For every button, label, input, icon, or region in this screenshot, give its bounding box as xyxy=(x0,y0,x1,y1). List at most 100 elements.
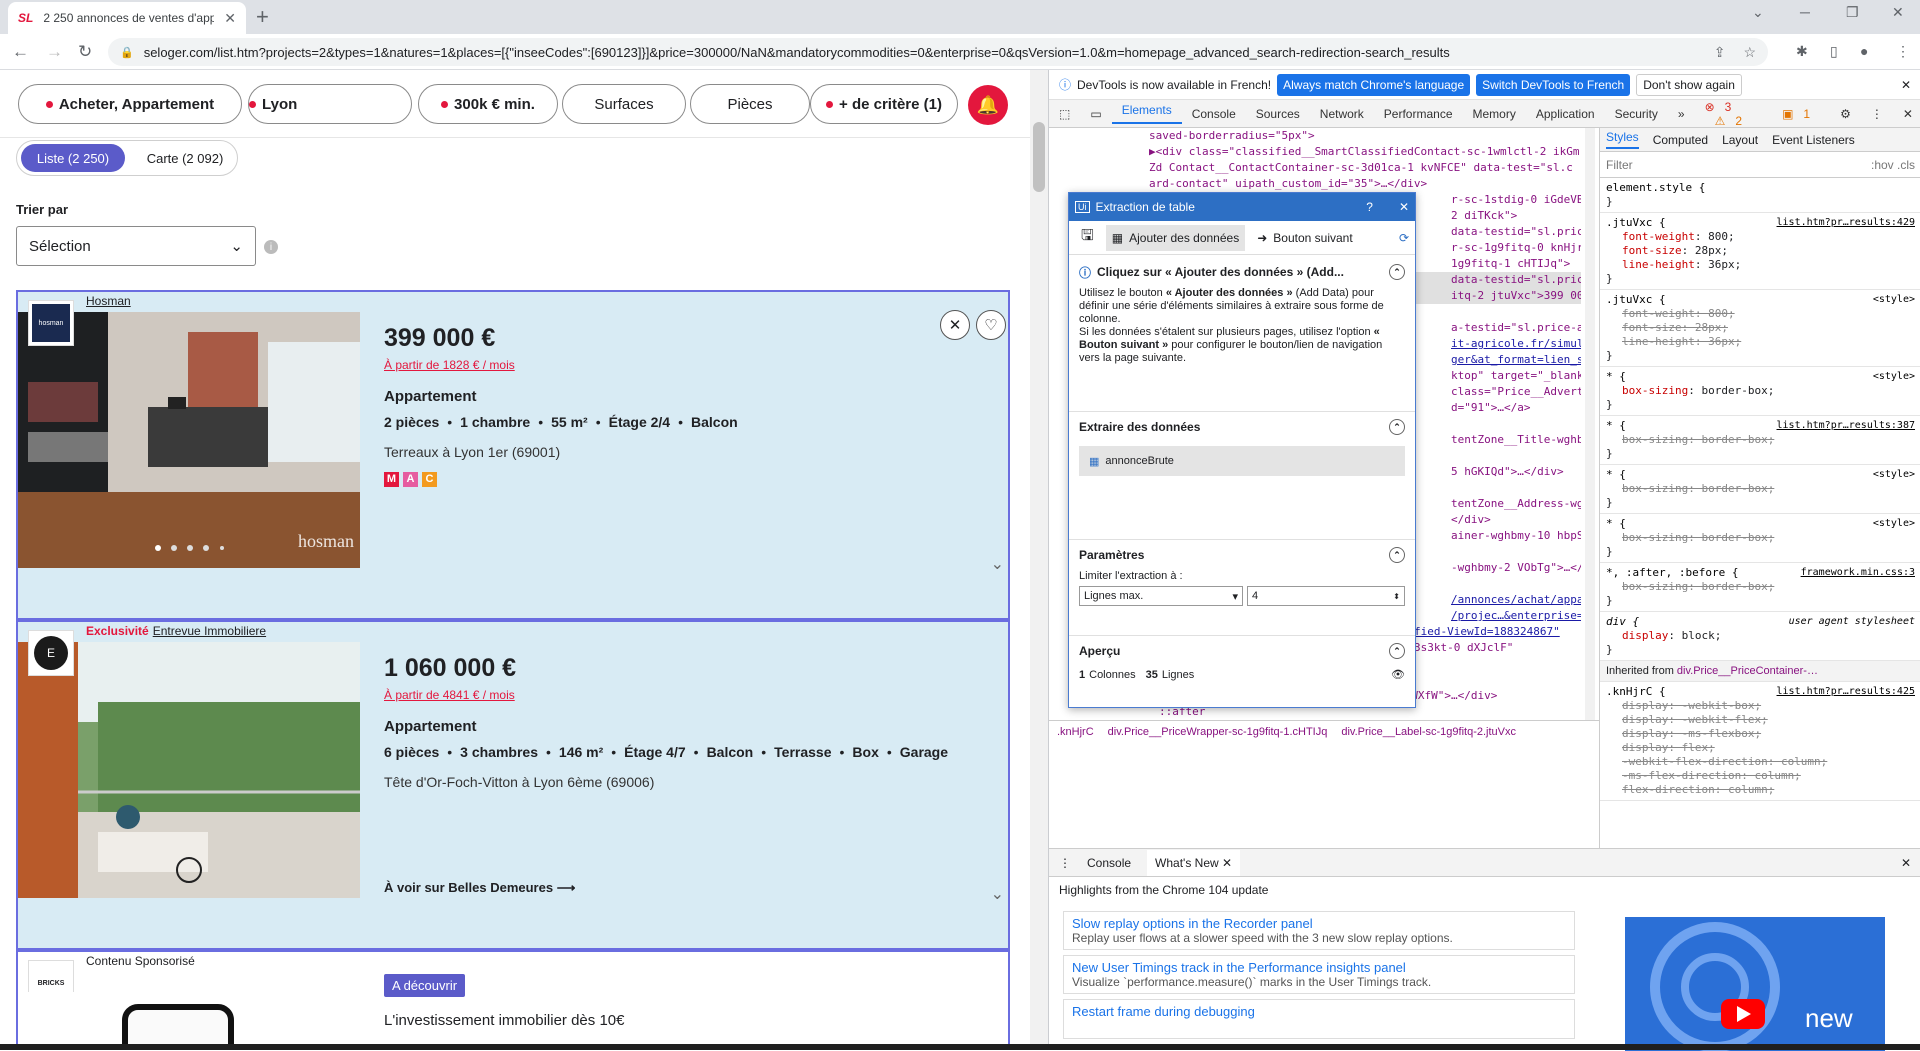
news-title[interactable]: Restart frame during debugging xyxy=(1072,1004,1566,1019)
tab-application[interactable]: Application xyxy=(1526,107,1605,121)
monthly-payment-link[interactable]: À partir de 1828 € / mois xyxy=(384,358,515,372)
style-rule[interactable]: list.htm?pr…results:425 .knHjrC { display… xyxy=(1600,682,1920,801)
limit-type-select[interactable]: Lignes max. ▾ xyxy=(1079,586,1243,606)
tab-computed[interactable]: Computed xyxy=(1653,133,1708,147)
filter-surfaces[interactable]: Surfaces xyxy=(562,84,686,124)
chrome-menu-icon[interactable]: ⋮ xyxy=(1896,43,1910,60)
agency-name[interactable]: Entrevue Immobiliere xyxy=(153,624,266,638)
switch-french-button[interactable]: Switch DevTools to French xyxy=(1476,73,1631,96)
tab-search-icon[interactable]: ⌄ xyxy=(1752,4,1764,21)
filter-more-criteria[interactable]: + de critère (1) xyxy=(810,84,958,124)
sponsored-card[interactable]: Contenu Sponsorisé BRICKS A découvrir L'… xyxy=(16,950,1010,1050)
info-icon[interactable]: i xyxy=(264,240,278,254)
devtools-menu-icon[interactable]: ⋮ xyxy=(1861,107,1893,121)
code-line[interactable]: saved-borderradius="5px"> xyxy=(1149,128,1581,144)
code-line[interactable]: ▶<div class="classified__SmartClassified… xyxy=(1149,144,1581,160)
list-view-button[interactable]: Liste (2 250) xyxy=(21,144,125,172)
inspect-icon[interactable]: ⬚ xyxy=(1049,107,1080,121)
settings-gear-icon[interactable]: ⚙ xyxy=(1830,107,1861,121)
news-item[interactable]: New User Timings track in the Performanc… xyxy=(1063,955,1575,994)
tab-styles[interactable]: Styles xyxy=(1606,130,1639,149)
collapse-icon[interactable]: ⌃ xyxy=(1389,419,1405,435)
listing-photo[interactable]: hosman xyxy=(18,312,360,568)
tab-console[interactable]: Console xyxy=(1182,107,1246,121)
elements-scrollbar[interactable] xyxy=(1585,128,1595,720)
belles-demeures-link[interactable]: À voir sur Belles Demeures ⟶ xyxy=(384,880,575,896)
hide-listing-button[interactable]: ✕ xyxy=(940,310,970,340)
help-icon[interactable]: ? xyxy=(1366,200,1373,214)
tab-layout[interactable]: Layout xyxy=(1722,133,1758,147)
restore-icon[interactable]: ❐ xyxy=(1846,4,1859,21)
share-icon[interactable]: ⇪ xyxy=(1714,44,1726,61)
expand-chevron-icon[interactable]: ⌄ xyxy=(991,554,1004,574)
crumb-item[interactable]: div.Price__Label-sc-1g9fitq-2.jtuVxc xyxy=(1341,726,1516,738)
tab-elements[interactable]: Elements xyxy=(1111,103,1182,124)
filter-location[interactable]: Lyon xyxy=(248,84,412,124)
style-rule[interactable]: <style> * {box-sizing: border-box;} xyxy=(1600,465,1920,514)
tab-event-listeners[interactable]: Event Listeners xyxy=(1772,133,1855,147)
tab-performance[interactable]: Performance xyxy=(1374,107,1463,121)
news-title[interactable]: New User Timings track in the Performanc… xyxy=(1072,960,1566,975)
style-rule[interactable]: <style> * {box-sizing: border-box;} xyxy=(1600,514,1920,563)
collapse-icon[interactable]: ⌃ xyxy=(1389,264,1405,280)
map-view-button[interactable]: Carte (2 092) xyxy=(135,144,235,172)
style-rule[interactable]: <style> * {box-sizing: border-box;} xyxy=(1600,367,1920,416)
news-item[interactable]: Restart frame during debugging xyxy=(1063,999,1575,1039)
crumb-item[interactable]: .knHjrC xyxy=(1057,726,1094,738)
close-notice-icon[interactable]: ✕ xyxy=(1901,78,1911,92)
close-drawer-icon[interactable]: ✕ xyxy=(1901,856,1911,870)
new-tab-icon[interactable]: + xyxy=(256,4,269,30)
agency-name[interactable]: Hosman xyxy=(86,294,131,308)
omnibox[interactable]: 🔒 seloger.com/list.htm?projects=2&types=… xyxy=(108,38,1768,66)
alert-bell-button[interactable]: 🔔 xyxy=(968,85,1008,125)
tab-sources[interactable]: Sources xyxy=(1246,107,1310,121)
filter-project[interactable]: Acheter, Appartement xyxy=(18,84,242,124)
page-scrollbar[interactable] xyxy=(1030,70,1048,1050)
style-rule[interactable]: user agent stylesheet div {display: block… xyxy=(1600,612,1920,661)
filter-rooms[interactable]: Pièces xyxy=(690,84,810,124)
sort-select[interactable]: Sélection ⌄ xyxy=(16,226,256,266)
tab-security[interactable]: Security xyxy=(1605,107,1668,121)
error-count[interactable]: ⊗ 3 ⚠ 2 xyxy=(1695,100,1772,128)
rule-source[interactable]: list.htm?pr…results:387 xyxy=(1777,419,1915,433)
tab-memory[interactable]: Memory xyxy=(1463,107,1526,121)
style-rule[interactable]: list.htm?pr…results:387 * {box-sizing: bo… xyxy=(1600,416,1920,465)
more-tabs-icon[interactable]: » xyxy=(1668,107,1695,121)
refresh-icon[interactable]: ⟳ xyxy=(1399,231,1409,245)
back-icon[interactable]: ← xyxy=(12,42,29,62)
save-button[interactable]: 🖫 xyxy=(1075,225,1100,251)
expand-chevron-icon[interactable]: ⌄ xyxy=(991,884,1004,904)
eye-icon[interactable]: 👁 xyxy=(1391,668,1405,681)
filter-price[interactable]: 300k € min. xyxy=(418,84,558,124)
monthly-payment-link[interactable]: À partir de 4841 € / mois xyxy=(384,688,515,702)
reload-icon[interactable]: ↻ xyxy=(78,42,92,62)
style-rule[interactable]: <style> .jtuVxc { font-weight: 800; font-s… xyxy=(1600,290,1920,367)
style-rule[interactable]: framework.min.css:3 *, :after, :before {b… xyxy=(1600,563,1920,612)
add-data-button[interactable]: ▦ Ajouter des données xyxy=(1105,224,1246,251)
collapse-icon[interactable]: ⌃ xyxy=(1389,547,1405,563)
browser-tab[interactable]: SL 2 250 annonces de ventes d'appartemen… xyxy=(8,2,246,34)
crumb-item[interactable]: div.Price__PriceWrapper-sc-1g9fitq-1.cHT… xyxy=(1108,726,1328,738)
column-item[interactable]: ▦ annonceBrute xyxy=(1079,446,1405,476)
drawer-tab-whats-new[interactable]: What's New ✕ xyxy=(1147,849,1241,876)
forward-icon[interactable]: → xyxy=(46,42,63,62)
listing-card[interactable]: Hosman hosman hosman 399 000 € À partir … xyxy=(16,290,1010,620)
drawer-menu-icon[interactable]: ⋮ xyxy=(1059,856,1071,870)
dont-show-button[interactable]: Don't show again xyxy=(1636,73,1742,96)
style-rule[interactable]: list.htm?pr…results:429 .jtuVxc { font-we… xyxy=(1600,213,1920,290)
filter-input[interactable]: Filter xyxy=(1606,158,1633,172)
style-rule[interactable]: element.style {} xyxy=(1600,178,1920,213)
rule-source[interactable]: list.htm?pr…results:429 xyxy=(1777,216,1915,230)
minimize-icon[interactable]: ─ xyxy=(1800,4,1810,20)
styles-filter[interactable]: Filter:hov .cls xyxy=(1600,152,1920,178)
discover-button[interactable]: A découvrir xyxy=(384,974,466,997)
next-button[interactable]: ➜ Bouton suivant xyxy=(1251,225,1358,251)
listing-card[interactable]: Exclusivité Entrevue Immobiliere E 1 060 … xyxy=(16,620,1010,950)
news-title[interactable]: Slow replay options in the Recorder pane… xyxy=(1072,916,1566,931)
sidepanel-icon[interactable]: ▯ xyxy=(1830,43,1838,60)
rule-source[interactable]: framework.min.css:3 xyxy=(1801,566,1915,580)
issues-count[interactable]: ▣ 1 xyxy=(1772,107,1830,121)
code-line[interactable]: ard-contact" uipath_custom_id="35">…</di… xyxy=(1149,176,1581,192)
code-line[interactable]: Zd Contact__ContactContainer-sc-3d01ca-1… xyxy=(1149,160,1581,176)
extensions-icon[interactable]: ✱ xyxy=(1796,43,1808,60)
